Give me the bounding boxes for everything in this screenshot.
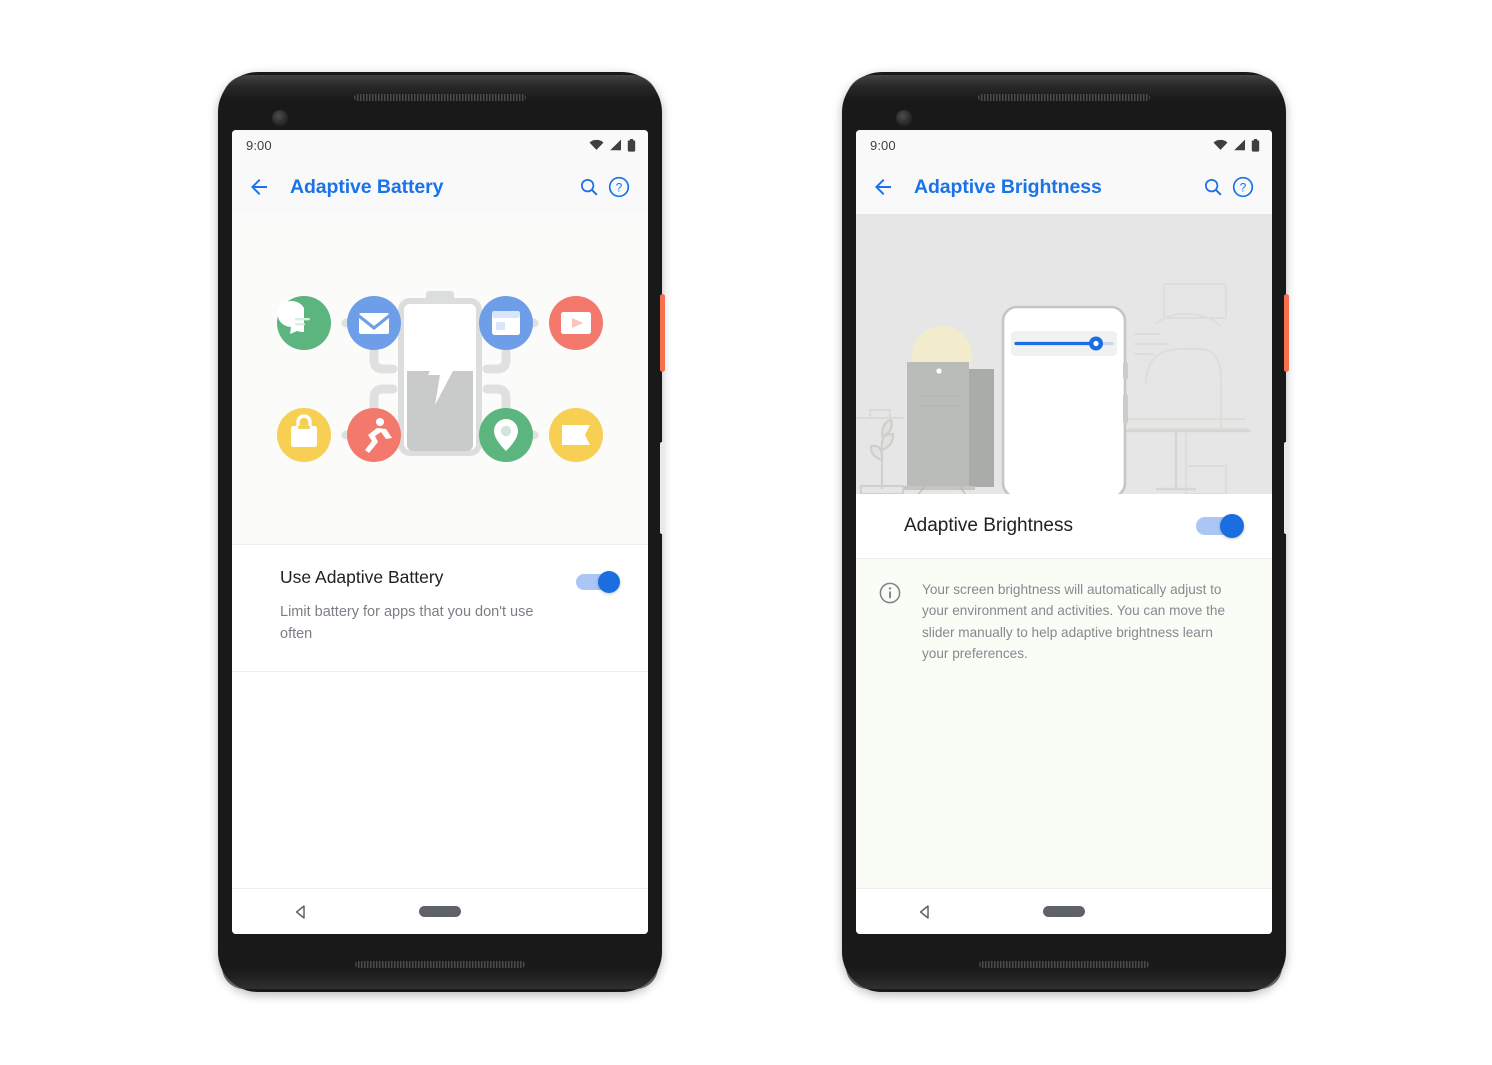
adaptive-battery-illustration <box>232 214 648 544</box>
nav-back-triangle-icon[interactable] <box>856 904 995 920</box>
setting-texts: Use Adaptive Battery Limit battery for a… <box>280 567 562 645</box>
shopping-icon <box>277 408 331 462</box>
info-text: Your screen brightness will automaticall… <box>922 582 1226 662</box>
phone-adaptive-brightness: 9:00 Adaptive Brightness ? Adaptive Brig… <box>842 72 1289 992</box>
power-button[interactable] <box>1284 294 1289 372</box>
status-time: 9:00 <box>246 137 272 153</box>
fitness-icon <box>347 408 401 462</box>
adaptive-brightness-toggle[interactable] <box>1196 514 1246 538</box>
toggle-thumb <box>598 571 620 593</box>
phone-bottom-gloss <box>222 967 658 989</box>
status-time: 9:00 <box>870 137 896 153</box>
front-camera-icon <box>896 110 912 126</box>
adaptive-battery-toggle[interactable] <box>576 571 622 593</box>
setting-row-adaptive-brightness[interactable]: Adaptive Brightness <box>856 494 1272 559</box>
setting-subtitle: Limit battery for apps that you don't us… <box>280 603 534 642</box>
screenshot-stage: 9:00 Adaptive Battery ? Use Adaptive Bat… <box>0 0 1492 1065</box>
calendar-icon <box>479 296 533 350</box>
info-panel: Your screen brightness will automaticall… <box>856 559 1272 888</box>
battery-illustration-svg <box>277 291 603 462</box>
arrow-back-icon[interactable] <box>870 174 896 200</box>
system-nav-bar <box>856 888 1272 934</box>
bottom-speaker-grill <box>355 961 525 968</box>
setting-title: Use Adaptive Battery <box>280 567 444 587</box>
screen-adaptive-brightness: 9:00 Adaptive Brightness ? Adaptive Brig… <box>856 130 1272 934</box>
power-button[interactable] <box>660 294 665 372</box>
mail-icon <box>347 296 401 350</box>
svg-text:?: ? <box>1240 181 1247 195</box>
page-title: Adaptive Battery <box>290 175 444 198</box>
setting-title: Adaptive Brightness <box>904 515 1073 536</box>
volume-button[interactable] <box>1284 442 1288 534</box>
svg-text:?: ? <box>616 181 623 195</box>
tickets-icon <box>549 408 603 462</box>
status-bar: 9:00 <box>232 130 648 160</box>
battery-icon <box>1251 138 1260 152</box>
volume-button[interactable] <box>660 442 664 534</box>
earpiece-speaker-grill <box>978 94 1150 101</box>
signal-icon <box>610 139 621 151</box>
earpiece-speaker-grill <box>354 94 526 101</box>
screen-content: Adaptive Brightness Your screen brightne… <box>856 214 1272 888</box>
status-icon-group <box>1213 138 1260 152</box>
maps-pin-icon <box>479 408 533 462</box>
help-icon[interactable]: ? <box>1228 172 1258 202</box>
screen-adaptive-battery: 9:00 Adaptive Battery ? Use Adaptive Bat… <box>232 130 648 934</box>
app-bar: Adaptive Brightness ? <box>856 160 1272 214</box>
front-camera-icon <box>272 110 288 126</box>
help-icon[interactable]: ? <box>604 172 634 202</box>
status-bar: 9:00 <box>856 130 1272 160</box>
arrow-back-icon[interactable] <box>246 174 272 200</box>
phone-bottom-gloss <box>846 967 1282 989</box>
wifi-icon <box>1213 139 1228 150</box>
brightness-illustration-svg <box>856 214 1268 494</box>
adaptive-brightness-illustration <box>856 214 1272 494</box>
phone-adaptive-battery: 9:00 Adaptive Battery ? Use Adaptive Bat… <box>218 72 665 992</box>
setting-row-use-adaptive-battery[interactable]: Use Adaptive Battery Limit battery for a… <box>232 545 648 672</box>
search-icon[interactable] <box>1198 172 1228 202</box>
nav-home-pill[interactable] <box>1043 906 1085 917</box>
page-title: Adaptive Brightness <box>914 175 1102 198</box>
system-nav-bar <box>232 888 648 934</box>
app-bar: Adaptive Battery ? <box>232 160 648 214</box>
nav-home-pill[interactable] <box>419 906 461 917</box>
search-icon[interactable] <box>574 172 604 202</box>
screen-content: Use Adaptive Battery Limit battery for a… <box>232 214 648 888</box>
bottom-speaker-grill <box>979 961 1149 968</box>
wifi-icon <box>589 139 604 150</box>
toggle-thumb <box>1220 514 1244 538</box>
messages-icon <box>277 296 331 350</box>
status-icon-group <box>589 138 636 152</box>
signal-icon <box>1234 139 1245 151</box>
info-circle-icon <box>878 581 902 610</box>
video-icon <box>549 296 603 350</box>
battery-icon <box>627 138 636 152</box>
nav-back-triangle-icon[interactable] <box>232 904 371 920</box>
empty-content-area <box>232 671 648 888</box>
